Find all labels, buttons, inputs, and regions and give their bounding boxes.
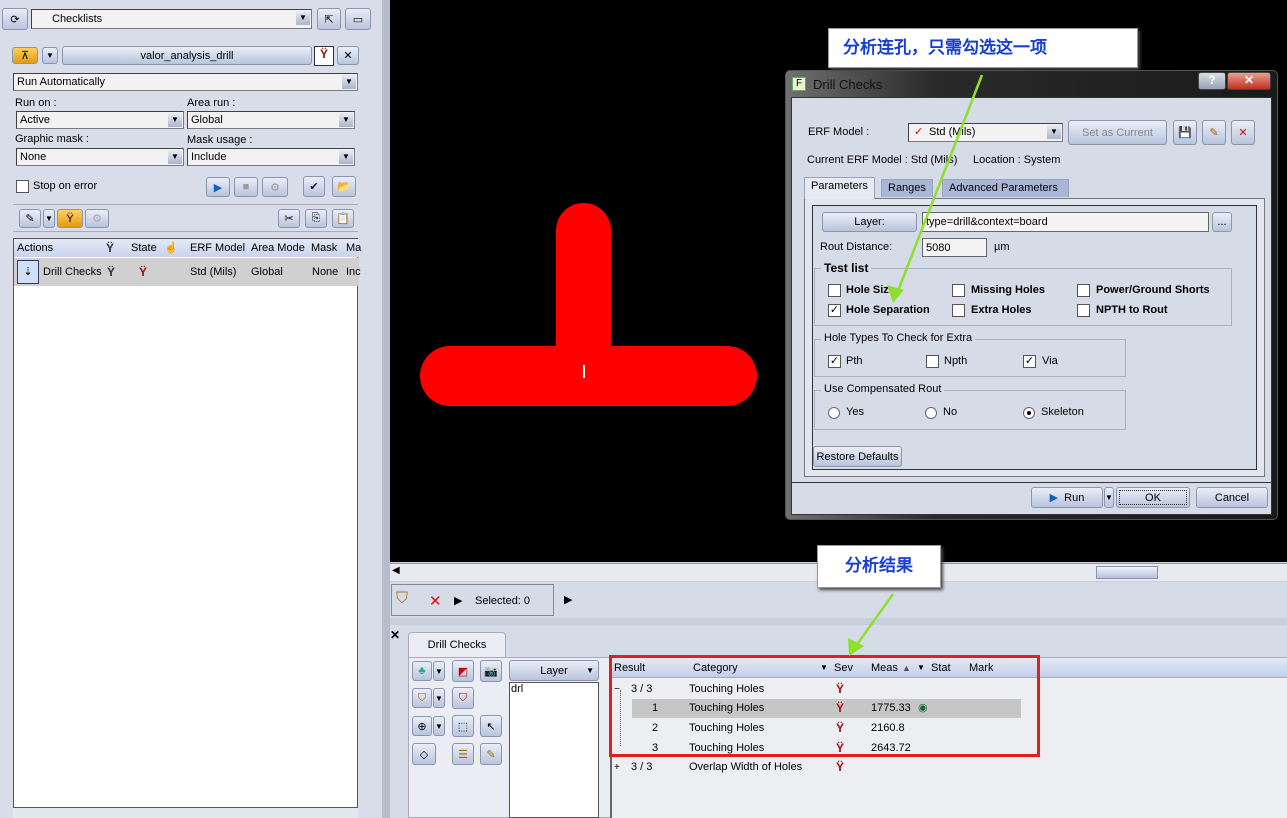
arrow-to-hole-separation bbox=[894, 74, 984, 297]
arrow-to-results bbox=[851, 593, 895, 651]
annotation-arrows bbox=[848, 74, 984, 656]
arrow-head-bottom bbox=[848, 638, 864, 656]
tab-parameters[interactable]: Parameters bbox=[804, 177, 875, 199]
arrow-head-top bbox=[887, 285, 904, 303]
